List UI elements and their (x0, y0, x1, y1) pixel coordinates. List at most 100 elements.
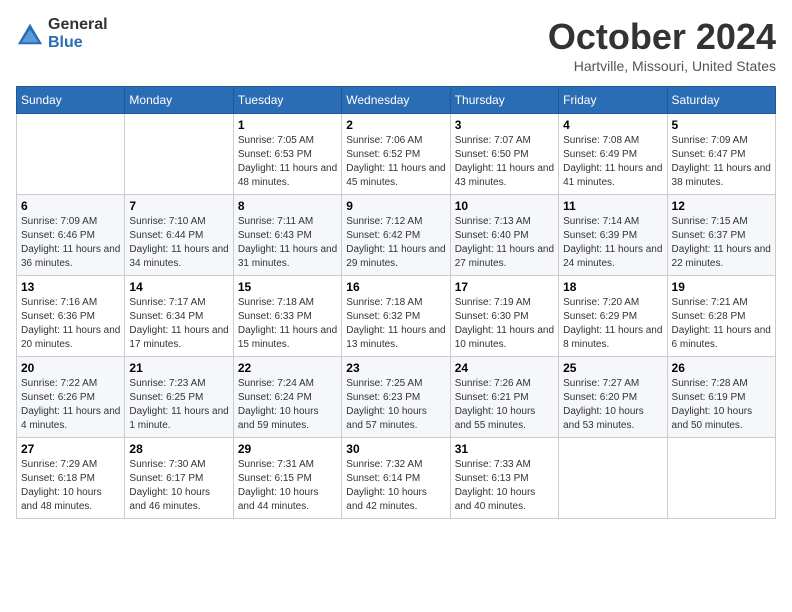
month-title: October 2024 (548, 16, 776, 58)
day-info: Sunrise: 7:12 AM Sunset: 6:42 PM Dayligh… (346, 215, 445, 271)
calendar-cell: 14 Sunrise: 7:17 AM Sunset: 6:34 PM Dayli… (125, 276, 233, 357)
calendar-cell: 2Sunrise: 7:06 AM Sunset: 6:52 PM Daylig… (342, 114, 450, 195)
day-info: Sunrise: 7:16 AM Sunset: 6:36 PM Dayligh… (21, 296, 120, 352)
day-number: 19 (672, 280, 771, 294)
day-number: 10 (455, 199, 554, 213)
calendar-cell: 30 Sunrise: 7:32 AM Sunset: 6:14 PM Dayli… (342, 438, 450, 519)
calendar-day-header: Sunday (17, 87, 125, 114)
calendar-cell: 8Sunrise: 7:11 AM Sunset: 6:43 PM Daylig… (233, 195, 341, 276)
calendar-cell: 28 Sunrise: 7:30 AM Sunset: 6:17 PM Dayli… (125, 438, 233, 519)
day-number: 6 (21, 199, 120, 213)
calendar-cell: 12Sunrise: 7:15 AM Sunset: 6:37 PM Dayli… (667, 195, 775, 276)
calendar-cell: 20 Sunrise: 7:22 AM Sunset: 6:26 PM Dayli… (17, 357, 125, 438)
calendar-week-row: 6 Sunrise: 7:09 AM Sunset: 6:46 PM Daylig… (17, 195, 776, 276)
day-info: Sunrise: 7:25 AM Sunset: 6:23 PM Dayligh… (346, 377, 445, 433)
calendar-week-row: 27 Sunrise: 7:29 AM Sunset: 6:18 PM Dayli… (17, 438, 776, 519)
day-info: Sunrise: 7:22 AM Sunset: 6:26 PM Dayligh… (21, 377, 120, 433)
day-number: 11 (563, 199, 662, 213)
calendar-cell: 21Sunrise: 7:23 AM Sunset: 6:25 PM Dayli… (125, 357, 233, 438)
day-number: 30 (346, 442, 445, 456)
calendar-cell: 5 Sunrise: 7:09 AM Sunset: 6:47 PM Daylig… (667, 114, 775, 195)
day-info: Sunrise: 7:05 AM Sunset: 6:53 PM Dayligh… (238, 134, 337, 190)
day-info: Sunrise: 7:32 AM Sunset: 6:14 PM Dayligh… (346, 458, 445, 514)
day-info: Sunrise: 7:14 AM Sunset: 6:39 PM Dayligh… (563, 215, 662, 271)
calendar-cell: 18 Sunrise: 7:20 AM Sunset: 6:29 PM Dayli… (559, 276, 667, 357)
day-number: 1 (238, 118, 337, 132)
day-number: 25 (563, 361, 662, 375)
day-number: 16 (346, 280, 445, 294)
calendar-cell: 16 Sunrise: 7:18 AM Sunset: 6:32 PM Dayli… (342, 276, 450, 357)
calendar-cell: 1 Sunrise: 7:05 AM Sunset: 6:53 PM Daylig… (233, 114, 341, 195)
logo-text: General Blue (48, 16, 108, 51)
day-number: 2 (346, 118, 445, 132)
day-number: 7 (129, 199, 228, 213)
day-info: Sunrise: 7:28 AM Sunset: 6:19 PM Dayligh… (672, 377, 771, 433)
logo-general: General (48, 16, 108, 34)
day-number: 9 (346, 199, 445, 213)
calendar-day-header: Monday (125, 87, 233, 114)
day-number: 29 (238, 442, 337, 456)
calendar-week-row: 1 Sunrise: 7:05 AM Sunset: 6:53 PM Daylig… (17, 114, 776, 195)
calendar-cell (667, 438, 775, 519)
day-info: Sunrise: 7:26 AM Sunset: 6:21 PM Dayligh… (455, 377, 554, 433)
calendar-day-header: Thursday (450, 87, 558, 114)
calendar-cell: 31Sunrise: 7:33 AM Sunset: 6:13 PM Dayli… (450, 438, 558, 519)
day-info: Sunrise: 7:09 AM Sunset: 6:47 PM Dayligh… (672, 134, 771, 190)
day-info: Sunrise: 7:33 AM Sunset: 6:13 PM Dayligh… (455, 458, 554, 514)
day-number: 28 (129, 442, 228, 456)
calendar-cell (559, 438, 667, 519)
day-info: Sunrise: 7:09 AM Sunset: 6:46 PM Dayligh… (21, 215, 120, 271)
calendar-day-header: Tuesday (233, 87, 341, 114)
calendar-cell: 13 Sunrise: 7:16 AM Sunset: 6:36 PM Dayli… (17, 276, 125, 357)
calendar-table: SundayMondayTuesdayWednesdayThursdayFrid… (16, 86, 776, 519)
day-number: 20 (21, 361, 120, 375)
day-info: Sunrise: 7:31 AM Sunset: 6:15 PM Dayligh… (238, 458, 337, 514)
calendar-cell: 7 Sunrise: 7:10 AM Sunset: 6:44 PM Daylig… (125, 195, 233, 276)
calendar-cell: 15Sunrise: 7:18 AM Sunset: 6:33 PM Dayli… (233, 276, 341, 357)
day-number: 18 (563, 280, 662, 294)
day-info: Sunrise: 7:17 AM Sunset: 6:34 PM Dayligh… (129, 296, 228, 352)
day-info: Sunrise: 7:10 AM Sunset: 6:44 PM Dayligh… (129, 215, 228, 271)
logo-blue: Blue (48, 34, 108, 52)
calendar-day-header: Saturday (667, 87, 775, 114)
day-info: Sunrise: 7:20 AM Sunset: 6:29 PM Dayligh… (563, 296, 662, 352)
calendar-week-row: 13 Sunrise: 7:16 AM Sunset: 6:36 PM Dayli… (17, 276, 776, 357)
day-info: Sunrise: 7:07 AM Sunset: 6:50 PM Dayligh… (455, 134, 554, 190)
title-block: October 2024 Hartville, Missouri, United… (548, 16, 776, 74)
day-info: Sunrise: 7:29 AM Sunset: 6:18 PM Dayligh… (21, 458, 120, 514)
day-info: Sunrise: 7:13 AM Sunset: 6:40 PM Dayligh… (455, 215, 554, 271)
day-info: Sunrise: 7:24 AM Sunset: 6:24 PM Dayligh… (238, 377, 337, 433)
day-number: 5 (672, 118, 771, 132)
calendar-day-header: Wednesday (342, 87, 450, 114)
calendar-cell: 23 Sunrise: 7:25 AM Sunset: 6:23 PM Dayli… (342, 357, 450, 438)
day-number: 8 (238, 199, 337, 213)
day-info: Sunrise: 7:18 AM Sunset: 6:32 PM Dayligh… (346, 296, 445, 352)
day-info: Sunrise: 7:21 AM Sunset: 6:28 PM Dayligh… (672, 296, 771, 352)
calendar-cell: 27 Sunrise: 7:29 AM Sunset: 6:18 PM Dayli… (17, 438, 125, 519)
calendar-cell: 6 Sunrise: 7:09 AM Sunset: 6:46 PM Daylig… (17, 195, 125, 276)
day-info: Sunrise: 7:08 AM Sunset: 6:49 PM Dayligh… (563, 134, 662, 190)
day-number: 13 (21, 280, 120, 294)
calendar-cell: 17Sunrise: 7:19 AM Sunset: 6:30 PM Dayli… (450, 276, 558, 357)
day-number: 4 (563, 118, 662, 132)
logo-icon (16, 20, 44, 48)
location: Hartville, Missouri, United States (548, 58, 776, 74)
day-number: 21 (129, 361, 228, 375)
calendar-cell: 9 Sunrise: 7:12 AM Sunset: 6:42 PM Daylig… (342, 195, 450, 276)
calendar-header-row: SundayMondayTuesdayWednesdayThursdayFrid… (17, 87, 776, 114)
calendar-cell (125, 114, 233, 195)
calendar-cell: 11 Sunrise: 7:14 AM Sunset: 6:39 PM Dayli… (559, 195, 667, 276)
day-number: 22 (238, 361, 337, 375)
calendar-cell: 26Sunrise: 7:28 AM Sunset: 6:19 PM Dayli… (667, 357, 775, 438)
day-number: 14 (129, 280, 228, 294)
day-info: Sunrise: 7:15 AM Sunset: 6:37 PM Dayligh… (672, 215, 771, 271)
day-number: 17 (455, 280, 554, 294)
calendar-cell: 29 Sunrise: 7:31 AM Sunset: 6:15 PM Dayli… (233, 438, 341, 519)
calendar-cell: 22 Sunrise: 7:24 AM Sunset: 6:24 PM Dayli… (233, 357, 341, 438)
calendar-cell: 24Sunrise: 7:26 AM Sunset: 6:21 PM Dayli… (450, 357, 558, 438)
day-info: Sunrise: 7:30 AM Sunset: 6:17 PM Dayligh… (129, 458, 228, 514)
calendar-cell: 19 Sunrise: 7:21 AM Sunset: 6:28 PM Dayli… (667, 276, 775, 357)
day-number: 27 (21, 442, 120, 456)
day-number: 23 (346, 361, 445, 375)
calendar-week-row: 20 Sunrise: 7:22 AM Sunset: 6:26 PM Dayli… (17, 357, 776, 438)
